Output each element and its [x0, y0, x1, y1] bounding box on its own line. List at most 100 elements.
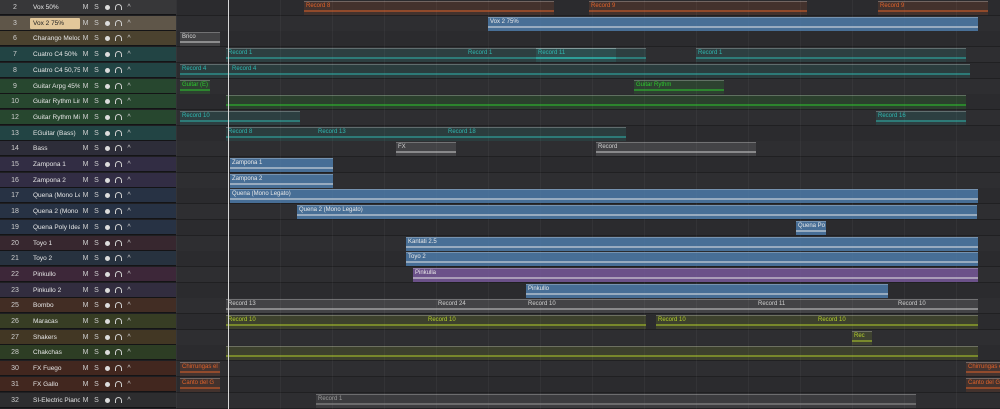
mute-button[interactable]: M — [80, 381, 91, 388]
record-arm-icon[interactable] — [105, 20, 110, 26]
chevron-up-icon[interactable]: ^ — [124, 271, 134, 278]
clip[interactable]: Canto del G — [966, 378, 1000, 392]
record-arm-icon[interactable] — [105, 271, 110, 277]
headphones-icon[interactable] — [115, 51, 122, 57]
track-lane[interactable] — [176, 79, 1000, 95]
solo-button[interactable]: S — [91, 114, 102, 121]
record-arm-icon[interactable] — [105, 83, 110, 89]
headphones-icon[interactable] — [115, 35, 122, 41]
clip[interactable]: FX — [396, 142, 456, 156]
chevron-up-icon[interactable]: ^ — [124, 334, 134, 341]
track-header[interactable]: 3 Vox 2 75% M S ^ — [0, 16, 176, 31]
track-name[interactable]: Guitar Arpg 45% — [30, 81, 80, 92]
clip[interactable]: Record 10 — [180, 111, 300, 125]
mute-button[interactable]: M — [80, 67, 91, 74]
track-name[interactable]: EGuitar (Bass) — [30, 128, 80, 139]
chevron-up-icon[interactable]: ^ — [124, 130, 134, 137]
headphones-icon[interactable] — [115, 318, 122, 324]
record-arm-icon[interactable] — [105, 161, 110, 167]
chevron-up-icon[interactable]: ^ — [124, 35, 134, 42]
playhead[interactable] — [228, 0, 229, 409]
clip[interactable]: Record 4 — [180, 64, 230, 78]
track-name[interactable]: Zampona 2 — [30, 175, 80, 186]
mute-button[interactable]: M — [80, 130, 91, 137]
headphones-icon[interactable] — [115, 145, 122, 151]
solo-button[interactable]: S — [91, 255, 102, 262]
headphones-icon[interactable] — [115, 83, 122, 89]
track-name[interactable]: Pinkullo 2 — [30, 285, 80, 296]
record-arm-icon[interactable] — [105, 318, 110, 324]
track-header[interactable]: 2 Vox 50% M S ^ — [0, 0, 176, 15]
headphones-icon[interactable] — [115, 98, 122, 104]
mute-button[interactable]: M — [80, 35, 91, 42]
mute-button[interactable]: M — [80, 177, 91, 184]
headphones-icon[interactable] — [115, 114, 122, 120]
record-arm-icon[interactable] — [105, 349, 110, 355]
chevron-up-icon[interactable]: ^ — [124, 349, 134, 356]
clip[interactable]: Guitar Rythm — [634, 80, 724, 94]
mute-button[interactable]: M — [80, 83, 91, 90]
record-arm-icon[interactable] — [105, 302, 110, 308]
mute-button[interactable]: M — [80, 192, 91, 199]
clip[interactable]: Record 11 — [756, 299, 896, 313]
clip[interactable] — [226, 346, 978, 360]
solo-button[interactable]: S — [91, 83, 102, 90]
headphones-icon[interactable] — [115, 255, 122, 261]
headphones-icon[interactable] — [115, 287, 122, 293]
record-arm-icon[interactable] — [105, 51, 110, 57]
clip[interactable]: Chirrungas el — [180, 362, 220, 376]
solo-button[interactable]: S — [91, 287, 102, 294]
headphones-icon[interactable] — [115, 177, 122, 183]
headphones-icon[interactable] — [115, 271, 122, 277]
clip[interactable] — [226, 95, 966, 109]
solo-button[interactable]: S — [91, 208, 102, 215]
solo-button[interactable]: S — [91, 397, 102, 404]
track-name[interactable]: Maracas — [30, 316, 80, 327]
clip[interactable]: Record 10 — [226, 315, 426, 329]
headphones-icon[interactable] — [115, 365, 122, 371]
clip[interactable]: Record 8 — [304, 1, 554, 15]
track-lane[interactable] — [176, 31, 1000, 47]
solo-button[interactable]: S — [91, 161, 102, 168]
headphones-icon[interactable] — [115, 240, 122, 246]
track-name[interactable]: Quena (Mono Leg — [30, 190, 80, 201]
record-arm-icon[interactable] — [105, 240, 110, 246]
solo-button[interactable]: S — [91, 130, 102, 137]
track-header[interactable]: 8 Cuatro C4 50,75%MS ^ — [0, 63, 176, 78]
track-name[interactable]: Quena 2 (Mono L — [30, 206, 80, 217]
solo-button[interactable]: S — [91, 349, 102, 356]
track-header[interactable]: 13 EGuitar (Bass) M S ^ — [0, 126, 176, 141]
solo-button[interactable]: S — [91, 381, 102, 388]
chevron-up-icon[interactable]: ^ — [124, 145, 134, 152]
clip[interactable]: Record 18 — [446, 127, 626, 141]
track-name[interactable]: Cuatro C4 50,75% — [30, 65, 80, 76]
clip[interactable]: Zampona 2 — [230, 174, 333, 188]
clip[interactable]: Record 13 — [316, 127, 446, 141]
track-header[interactable]: 17 Quena (Mono LegMS ^ — [0, 188, 176, 203]
clip[interactable]: Guitar (E) — [180, 80, 210, 94]
mute-button[interactable]: M — [80, 334, 91, 341]
record-arm-icon[interactable] — [105, 224, 110, 230]
chevron-up-icon[interactable]: ^ — [124, 240, 134, 247]
mute-button[interactable]: M — [80, 365, 91, 372]
clip[interactable]: Canto del G — [180, 378, 220, 392]
clip[interactable]: Record 9 — [589, 1, 807, 15]
chevron-up-icon[interactable]: ^ — [124, 255, 134, 262]
chevron-up-icon[interactable]: ^ — [124, 192, 134, 199]
record-arm-icon[interactable] — [105, 287, 110, 293]
track-header[interactable]: 20 Toyo 1 M S ^ — [0, 236, 176, 251]
record-arm-icon[interactable] — [105, 381, 110, 387]
clip[interactable]: Record 1 — [226, 48, 466, 62]
track-lane[interactable] — [176, 220, 1000, 236]
mute-button[interactable]: M — [80, 145, 91, 152]
track-name[interactable]: Bombo — [30, 300, 80, 311]
headphones-icon[interactable] — [115, 130, 122, 136]
chevron-up-icon[interactable]: ^ — [124, 161, 134, 168]
clip[interactable]: Record 16 — [876, 111, 966, 125]
track-header[interactable]: 21 Toyo 2 M S ^ — [0, 251, 176, 266]
clip[interactable]: Quena Po — [796, 221, 826, 235]
headphones-icon[interactable] — [115, 67, 122, 73]
headphones-icon[interactable] — [115, 349, 122, 355]
solo-button[interactable]: S — [91, 224, 102, 231]
record-arm-icon[interactable] — [105, 4, 110, 10]
